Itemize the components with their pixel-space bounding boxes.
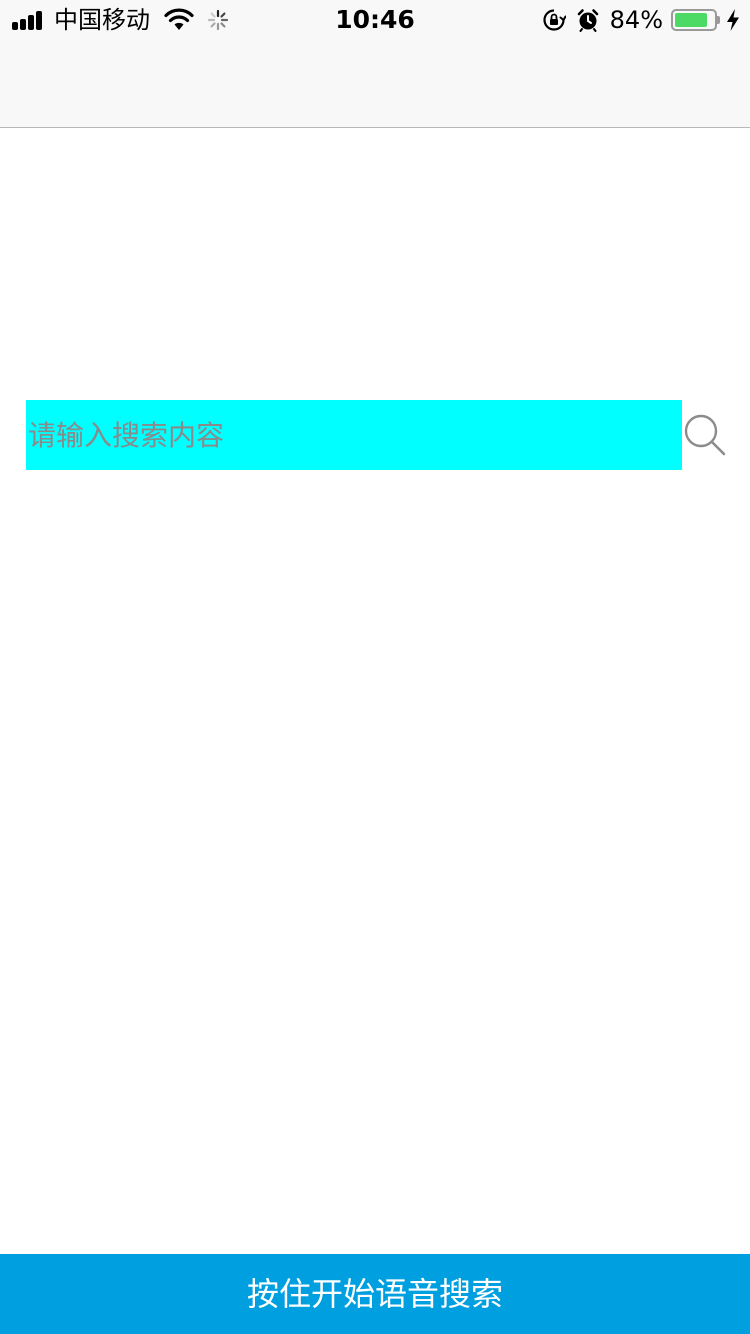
status-bar-right: 84%	[542, 6, 740, 34]
search-input[interactable]	[26, 400, 682, 470]
battery-percent: 84%	[609, 6, 663, 34]
search-icon[interactable]	[682, 412, 728, 458]
hold-to-voice-search-button[interactable]: 按住开始语音搜索	[0, 1254, 750, 1334]
battery-icon	[671, 9, 717, 31]
screen: 中国移动 10:46 84% 请输入搜索内容 按住开始语音搜索	[0, 0, 750, 1334]
battery-level-fill	[675, 13, 707, 27]
top-bar: 中国移动 10:46 84%	[0, 0, 750, 128]
rotation-lock-icon	[543, 9, 566, 31]
status-bar: 中国移动 10:46 84%	[0, 0, 750, 40]
search-bar	[26, 400, 732, 470]
alarm-icon	[577, 9, 598, 32]
battery-nub	[717, 16, 720, 24]
charging-bolt-icon	[727, 9, 739, 31]
